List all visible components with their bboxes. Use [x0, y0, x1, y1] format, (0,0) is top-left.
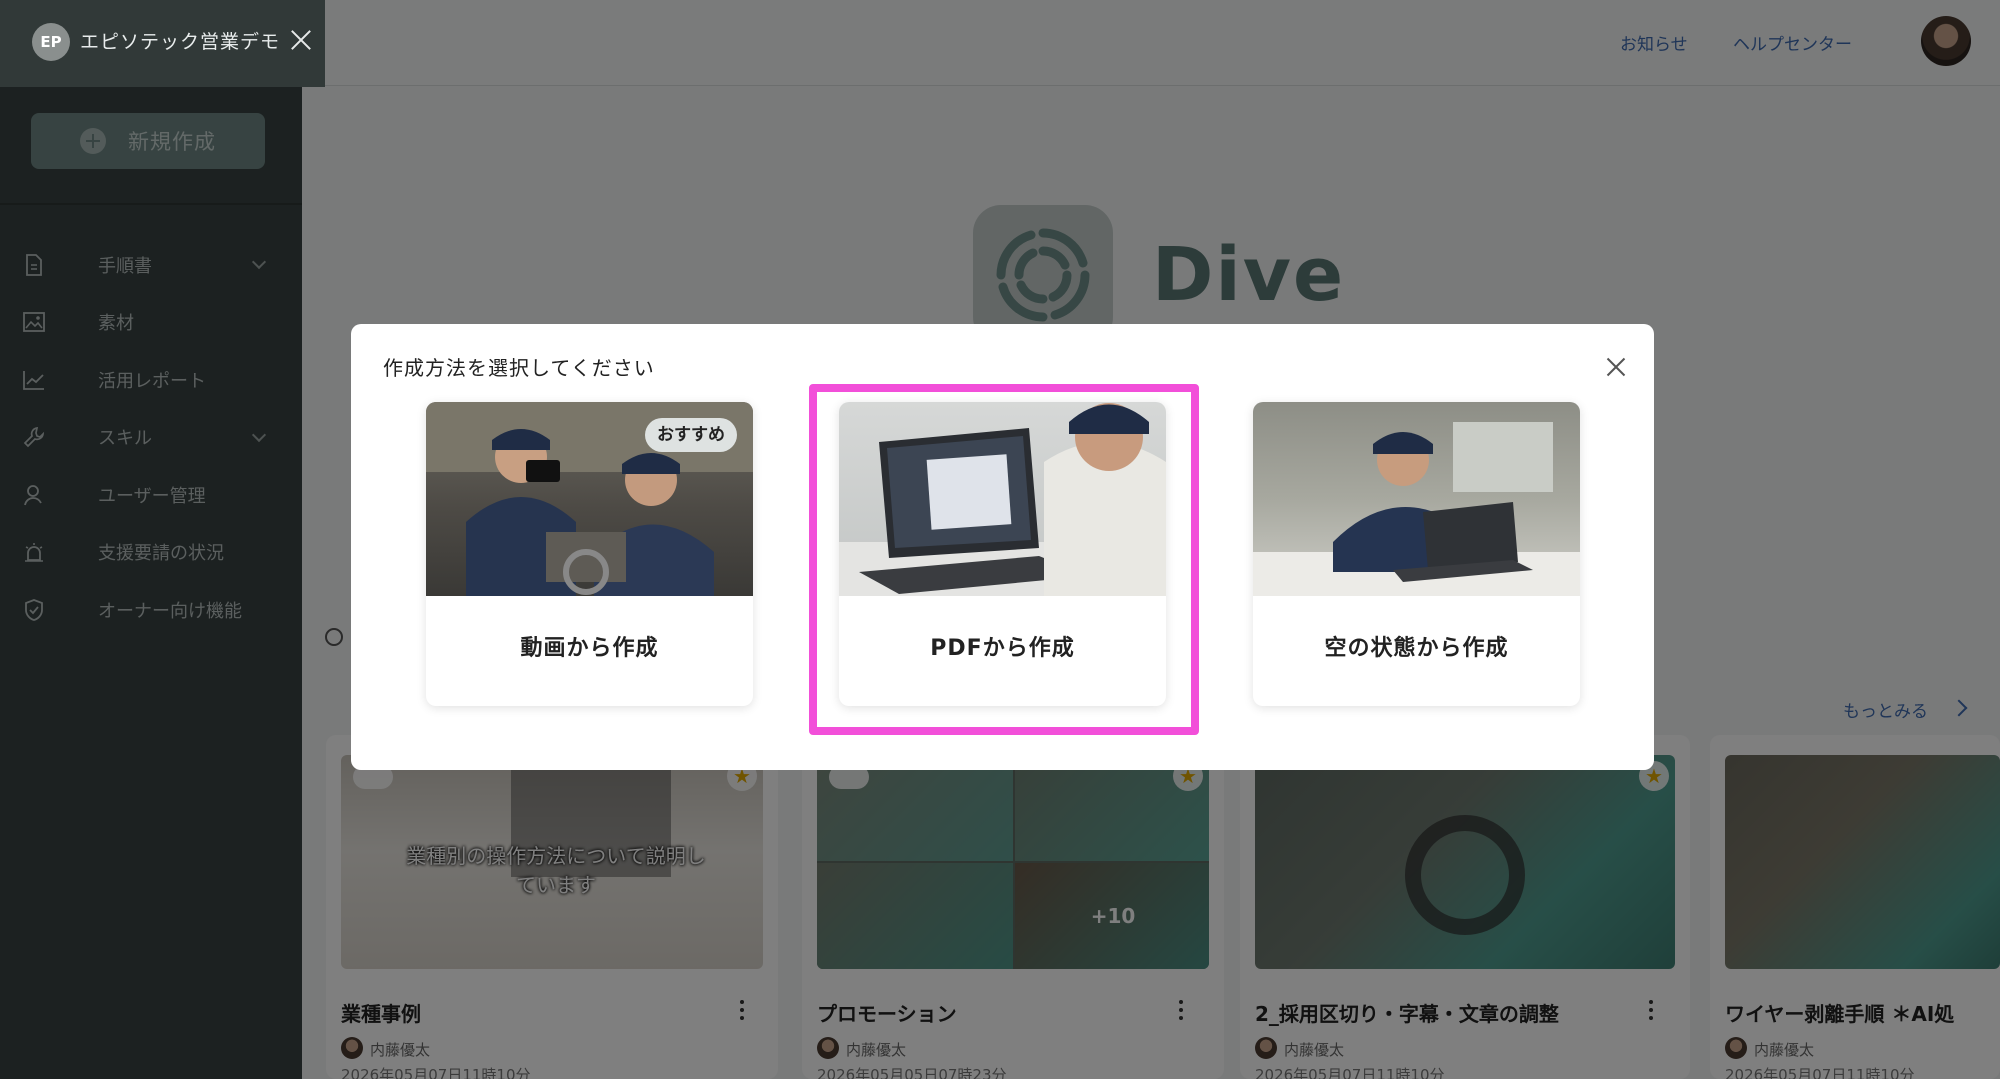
pdf-option-highlight [809, 384, 1199, 735]
create-from-video-option[interactable]: おすすめ 動画から作成 [426, 402, 753, 706]
option-label: 動画から作成 [520, 636, 659, 661]
blank-option-image [1253, 402, 1580, 596]
close-icon[interactable] [1604, 355, 1628, 379]
workspace-logo: EP [32, 23, 70, 61]
recommended-badge: おすすめ [645, 418, 737, 452]
option-label: 空の状態から作成 [1324, 636, 1509, 661]
modal-title: 作成方法を選択してください [383, 356, 655, 380]
worker-laptop-illustration [1253, 422, 1580, 596]
create-from-blank-option[interactable]: 空の状態から作成 [1253, 402, 1580, 706]
workspace-name: エピソテック営業デモ [80, 31, 281, 53]
video-option-image: おすすめ [426, 402, 753, 596]
close-sidebar-icon[interactable] [286, 25, 316, 55]
workspace-header: EP エピソテック営業デモ [0, 0, 325, 87]
